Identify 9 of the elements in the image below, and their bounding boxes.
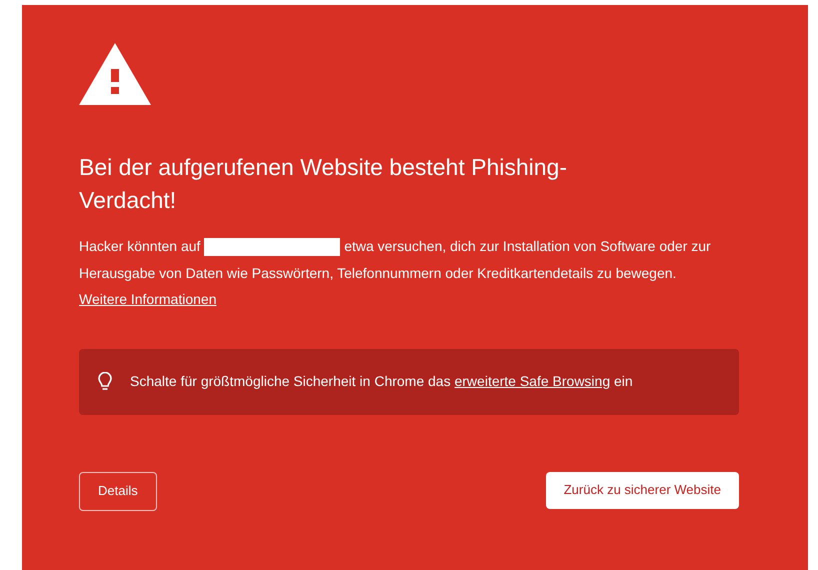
warning-icon [79, 43, 151, 105]
details-button[interactable]: Details [79, 472, 157, 510]
more-info-link[interactable]: Weitere Informationen [79, 291, 216, 307]
lightbulb-icon [98, 372, 112, 392]
warning-message: Hacker könnten auf etwa versuchen, dich zur Installation von Software oder zur Herausgabe von Daten wie Passwörtern, Telefonnummern oder Kreditkartendetails zu bewegen. Weitere Informationen [79, 237, 712, 309]
back-to-safety-button[interactable]: Zurück zu sicherer Website [546, 472, 739, 508]
warning-title: Bei der aufgerufenen Website besteht Phishing-Verdacht! [79, 153, 568, 215]
safe-browsing-link[interactable]: erweiterte Safe Browsing [454, 373, 610, 389]
tip-text: Schalte für größtmögliche Sicherheit in Chrome das erweiterte Safe Browsing ein [130, 372, 633, 391]
